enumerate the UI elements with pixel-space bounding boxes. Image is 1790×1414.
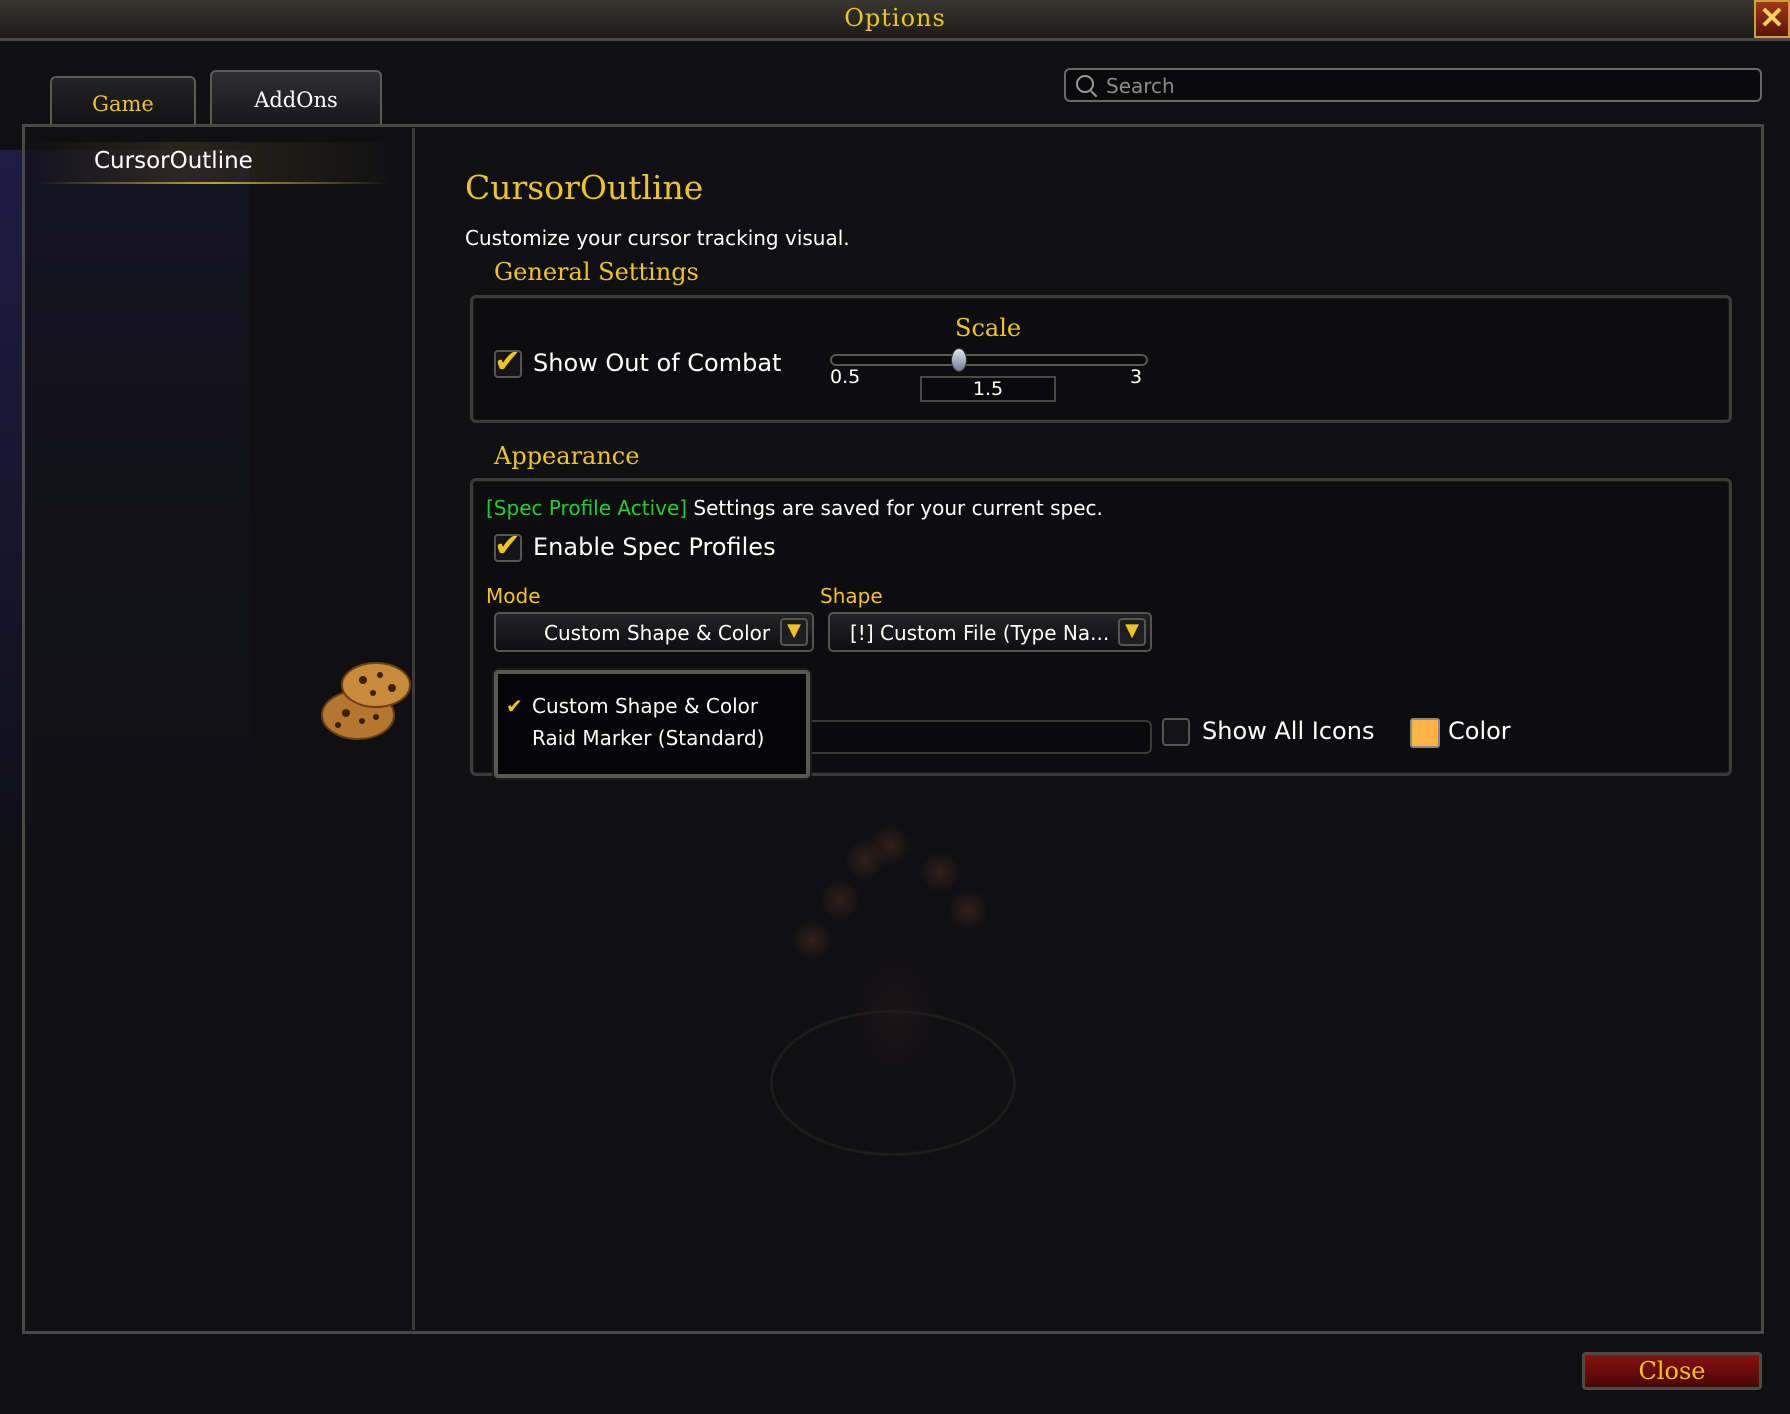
shape-label: Shape [820,584,883,608]
sidebar-item-label: CursorOutline [94,148,253,174]
spec-profile-tag: [Spec Profile Active] [486,496,688,520]
checkmark-icon: ✔ [494,342,521,380]
addon-title: CursorOutline [465,168,704,207]
show-out-of-combat-label: Show Out of Combat [533,349,782,377]
show-all-icons-checkbox[interactable] [1162,718,1190,746]
scale-max-label: 3 [1130,366,1143,388]
menu-item-custom-shape[interactable]: Custom Shape & Color [532,694,758,718]
enable-spec-profiles-checkbox[interactable]: ✔ [494,526,522,564]
close-x-icon[interactable]: ✕ [1754,0,1790,38]
search-box[interactable] [1064,68,1762,102]
mode-dropdown[interactable]: Custom Shape & Color ▼ [494,612,814,652]
section-title-appearance: Appearance [494,442,640,470]
scale-label: Scale [955,314,1022,342]
scale-slider[interactable] [830,348,1148,372]
checkmark-icon: ✔ [494,526,521,564]
chevron-down-icon[interactable]: ▼ [780,618,808,646]
window-title: Options [844,4,946,32]
chevron-down-icon[interactable]: ▼ [1118,618,1146,646]
scale-min-label: 0.5 [830,366,861,388]
color-label: Color [1448,717,1511,745]
shape-dropdown[interactable]: [!] Custom File (Type Na... ▼ [828,612,1152,652]
color-swatch[interactable] [1410,718,1440,748]
menu-item-raid-marker[interactable]: Raid Marker (Standard) [532,726,764,750]
mode-dropdown-menu: ✔ Custom Shape & Color Raid Marker (Stan… [494,670,810,778]
mode-dropdown-value: Custom Shape & Color [544,621,771,645]
show-out-of-combat-checkbox[interactable]: ✔ [494,342,522,380]
tab-game[interactable]: Game [50,76,196,124]
title-bar: Options ✕ [0,0,1790,41]
enable-spec-profiles-label: Enable Spec Profiles [533,533,776,561]
checkmark-icon: ✔ [506,694,523,718]
spec-profile-text: Settings are saved for your current spec… [687,496,1103,520]
section-title-general: General Settings [494,258,699,286]
custom-file-input[interactable] [800,720,1152,754]
close-button[interactable]: Close [1582,1352,1762,1390]
scale-slider-thumb[interactable] [950,348,967,372]
mode-label: Mode [486,584,541,608]
cookie-icon [321,662,411,740]
tab-addons[interactable]: AddOns [210,70,382,124]
search-input[interactable] [1104,72,1748,100]
search-icon [1076,75,1094,93]
shape-dropdown-value: [!] Custom File (Type Na... [850,621,1110,645]
spec-profile-note: [Spec Profile Active] Settings are saved… [486,496,1103,520]
scale-value-input[interactable]: 1.5 [920,376,1056,402]
sidebar-item-cursoroutline[interactable]: CursorOutline [30,142,400,184]
addon-description: Customize your cursor tracking visual. [465,226,850,250]
show-all-icons-label: Show All Icons [1202,717,1375,745]
